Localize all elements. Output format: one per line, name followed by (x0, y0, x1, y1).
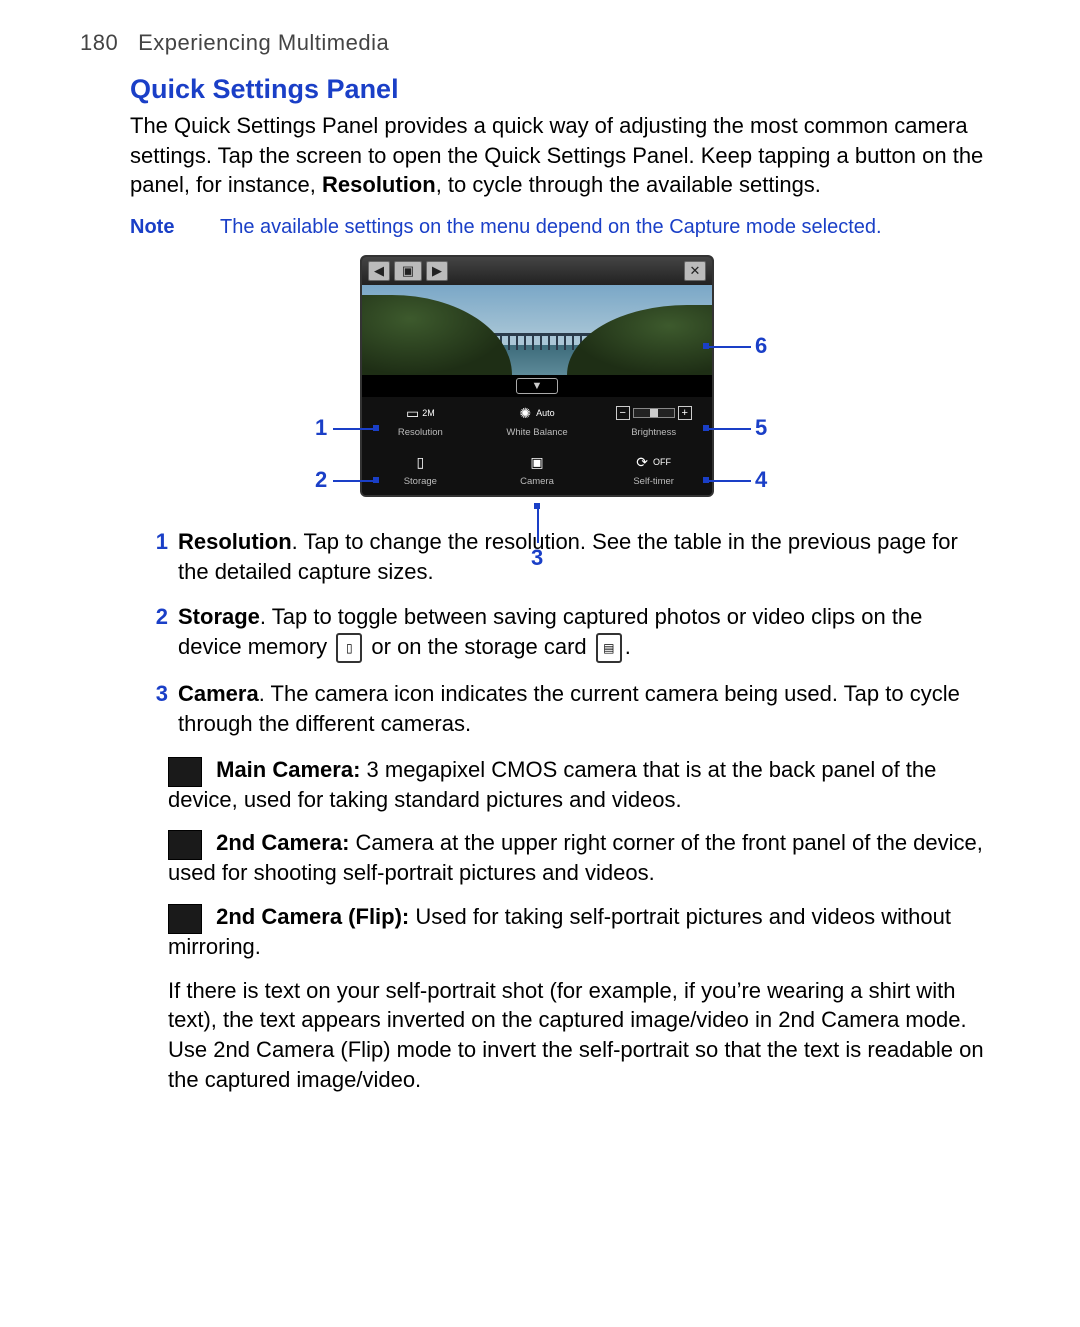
note-text: The available settings on the menu depen… (220, 216, 882, 239)
chevron-down-icon: ▼ (516, 378, 558, 394)
figure-wrap: ◀ ▣ ▶ ✕ ▼ ▭2M Resol (255, 255, 815, 497)
screenshot-topbar: ◀ ▣ ▶ ✕ (362, 257, 712, 285)
sub-2nd-camera-flip: 2nd Camera (Flip): Used for taking self-… (168, 902, 990, 962)
resolution-label: Resolution (398, 427, 443, 438)
list-num-2: 2 (130, 602, 178, 663)
prev-mode-icon[interactable]: ◀ (368, 261, 390, 281)
sub-bold-1: Main Camera: (216, 757, 360, 782)
page-number: 180 (80, 30, 118, 55)
callout-1: 1 (315, 415, 327, 441)
list-rest-3: . The camera icon indicates the current … (178, 681, 960, 736)
callout-line-2 (333, 480, 375, 482)
sub-main-camera: Main Camera: 3 megapixel CMOS camera tha… (168, 755, 990, 815)
selftimer-value: OFF (653, 457, 671, 467)
callout-6: 6 (755, 333, 767, 359)
whitebalance-label: White Balance (506, 427, 567, 438)
brightness-label: Brightness (631, 427, 676, 438)
camera-mode-icon[interactable]: ▣ (394, 261, 422, 281)
callout-line-1 (333, 428, 375, 430)
list-item-3: 3 Camera. The camera icon indicates the … (130, 679, 990, 738)
panel-camera[interactable]: ▣ Camera (479, 446, 596, 495)
panel-resolution[interactable]: ▭2M Resolution (362, 397, 479, 446)
sub-2nd-camera: 2nd Camera: Camera at the upper right co… (168, 828, 990, 888)
panel-selftimer[interactable]: ⟳OFF Self-timer (595, 446, 712, 495)
list-bold-1: Resolution (178, 529, 292, 554)
list-bold-2: Storage (178, 604, 260, 629)
brightness-scale (633, 408, 675, 418)
callout-dot-4 (703, 477, 709, 483)
camera-icon: ▣ (530, 452, 543, 472)
brightness-plus[interactable]: + (678, 406, 692, 420)
list-num-1: 1 (130, 527, 178, 586)
resolution-value: 2M (422, 408, 435, 418)
selftimer-label: Self-timer (633, 476, 674, 487)
camera-label: Camera (520, 476, 554, 487)
callout-dot-5 (703, 425, 709, 431)
collapse-bar[interactable]: ▼ (362, 375, 712, 397)
note-row: Note The available settings on the menu … (130, 216, 990, 239)
sub-text-4: If there is text on your self-portrait s… (168, 978, 984, 1092)
panel-brightness[interactable]: − + Brightness (595, 397, 712, 446)
list-rest-2c: . (625, 634, 631, 659)
list-rest-1: . Tap to change the resolution. See the … (178, 529, 958, 584)
callout-dot-1 (373, 425, 379, 431)
list-item-2: 2 Storage. Tap to toggle between saving … (130, 602, 990, 663)
callout-line-4 (707, 480, 751, 482)
callout-2: 2 (315, 467, 327, 493)
callout-line-3 (537, 507, 539, 543)
intro-text-2: , to cycle through the available setting… (436, 172, 821, 197)
callout-4: 4 (755, 467, 767, 493)
panel-whitebalance[interactable]: ✺Auto White Balance (479, 397, 596, 446)
sub-flip-explanation: If there is text on your self-portrait s… (168, 976, 990, 1095)
second-camera-flip-icon (168, 904, 202, 934)
list-bold-3: Camera (178, 681, 259, 706)
brightness-minus[interactable]: − (616, 406, 630, 420)
main-camera-icon (168, 757, 202, 787)
callout-line-6 (707, 346, 751, 348)
quick-settings-panel: ▭2M Resolution ✺Auto White Balance − + B… (362, 397, 712, 495)
callout-dot-3 (534, 503, 540, 509)
list-num-3: 3 (130, 679, 178, 738)
callout-dot-6 (703, 343, 709, 349)
selftimer-icon: ⟳OFF (636, 452, 671, 472)
next-mode-icon[interactable]: ▶ (426, 261, 448, 281)
chapter-title: Experiencing Multimedia (138, 30, 389, 55)
note-label: Note (130, 216, 220, 239)
storage-card-icon: ▤ (596, 633, 622, 663)
viewfinder-scene (362, 285, 712, 375)
storage-label: Storage (404, 476, 437, 487)
sub-bold-3: 2nd Camera (Flip): (216, 904, 409, 929)
close-icon[interactable]: ✕ (684, 261, 706, 281)
page-header: 180 Experiencing Multimedia (80, 30, 990, 56)
whitebalance-value: Auto (536, 408, 555, 418)
panel-storage[interactable]: ▯ Storage (362, 446, 479, 495)
callout-line-5 (707, 428, 751, 430)
whitebalance-icon: ✺Auto (519, 403, 554, 423)
callout-3: 3 (531, 545, 543, 571)
intro-paragraph: The Quick Settings Panel provides a quic… (130, 111, 990, 200)
storage-icon: ▯ (416, 452, 424, 472)
brightness-icon: − + (616, 403, 692, 423)
sub-bold-2: 2nd Camera: (216, 830, 349, 855)
resolution-icon: ▭2M (406, 403, 435, 423)
camera-screenshot: ◀ ▣ ▶ ✕ ▼ ▭2M Resol (360, 255, 714, 497)
callout-dot-2 (373, 477, 379, 483)
device-memory-icon: ▯ (336, 633, 362, 663)
section-title: Quick Settings Panel (130, 74, 990, 105)
intro-bold: Resolution (322, 172, 436, 197)
second-camera-icon (168, 830, 202, 860)
list-rest-2b: or on the storage card (365, 634, 592, 659)
manual-page: 180 Experiencing Multimedia Quick Settin… (0, 0, 1080, 1327)
list-item-1: 1 Resolution. Tap to change the resoluti… (130, 527, 990, 586)
numbered-list: 1 Resolution. Tap to change the resoluti… (130, 527, 990, 739)
callout-5: 5 (755, 415, 767, 441)
